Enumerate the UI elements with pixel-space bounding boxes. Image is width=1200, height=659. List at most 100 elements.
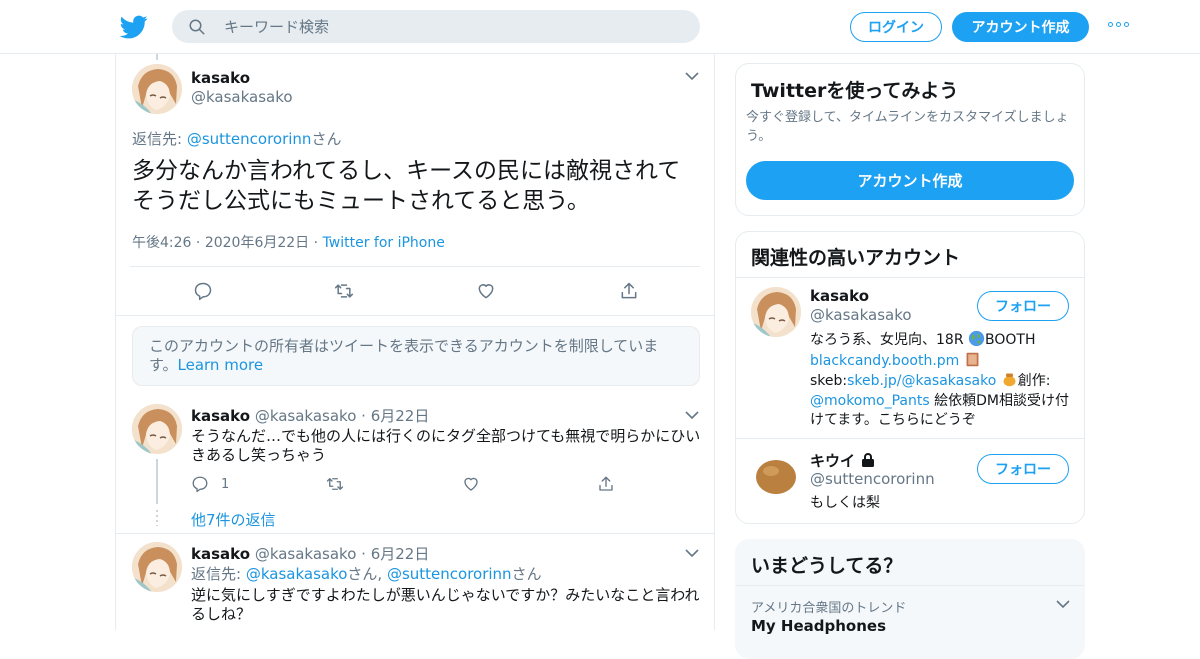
more-menu-icon[interactable] <box>1108 22 1129 27</box>
reply-context: 返信先: @kasakasakoさん, @suttencororinnさん <box>191 565 701 584</box>
avatar[interactable] <box>132 542 182 592</box>
thread-connector <box>156 459 158 504</box>
divider <box>116 315 714 316</box>
search-icon <box>189 19 205 34</box>
learn-more-link[interactable]: Learn more <box>178 356 264 374</box>
signup-card-desc: 今すぐ登録して、タイムラインをカスタマイズしましょう。 <box>746 110 1069 144</box>
chevron-down-icon[interactable] <box>685 549 699 558</box>
reply-date[interactable]: 6月22日 <box>371 407 430 425</box>
heart-icon <box>464 477 478 491</box>
divider <box>736 585 1084 586</box>
more-replies-link[interactable]: 他7件の返信 <box>191 509 276 530</box>
author-handle[interactable]: @kasakasako <box>191 88 293 106</box>
account-bio: なろう系、女児向、18R BOOTH blackcandy.booth.pm s… <box>810 330 1072 431</box>
avatar[interactable] <box>132 404 182 454</box>
follow-button[interactable]: フォロー <box>977 454 1069 484</box>
login-button[interactable]: ログイン <box>850 12 942 42</box>
trends-card: いまどうしてる？ アメリカ合衆国のトレンド My Headphones <box>735 539 1085 659</box>
globe-icon <box>968 330 985 347</box>
account-bio: もしくは梨 <box>810 495 880 511</box>
retweet-button[interactable] <box>334 281 354 301</box>
search-box[interactable] <box>172 10 700 43</box>
avatar[interactable] <box>132 64 182 114</box>
follow-button[interactable]: フォロー <box>977 291 1069 321</box>
share-button[interactable] <box>619 281 639 301</box>
reply-count: 1 <box>221 476 230 492</box>
thread-connector <box>156 54 158 60</box>
retweet-button[interactable] <box>326 475 344 493</box>
bio-text: BOOTH <box>985 332 1036 348</box>
avatar[interactable] <box>751 449 801 499</box>
divider <box>130 266 700 267</box>
top-bar: ログイン アカウント作成 <box>0 0 1200 54</box>
avatar-image <box>751 449 801 499</box>
chevron-down-icon[interactable] <box>685 72 699 81</box>
signup-card: Twitterを使ってみよう 今すぐ登録して、タイムラインをカスタマイズしましょ… <box>735 63 1085 216</box>
retweet-icon <box>334 284 354 298</box>
avatar-image <box>132 64 182 114</box>
reply-prefix: 返信先: <box>132 130 187 148</box>
author-handle[interactable]: @kasakasako <box>255 407 357 425</box>
like-button[interactable] <box>462 475 480 493</box>
tweet-source-link[interactable]: Twitter for iPhone <box>323 235 445 251</box>
reply-suffix: さん <box>511 565 542 583</box>
author-handle[interactable]: @kasakasako <box>255 545 357 563</box>
chevron-down-icon[interactable] <box>1056 600 1070 609</box>
trend-name[interactable]: My Headphones <box>751 617 886 635</box>
reply-mid: さん, <box>347 565 387 583</box>
bio-link[interactable]: skeb.jp/@kasakasako <box>847 373 996 389</box>
chevron-down-icon[interactable] <box>685 411 699 420</box>
avatar-image <box>751 287 801 337</box>
reply-icon <box>192 476 208 493</box>
lock-icon <box>862 453 875 467</box>
tweet-text: 多分なんか言われてるし、キースの民には敵視されて そうだし公式にもミュートされて… <box>132 156 712 216</box>
tweet-text-line: 多分なんか言われてるし、キースの民には敵視されて <box>132 158 681 184</box>
signup-card-button[interactable]: アカウント作成 <box>746 161 1074 200</box>
search-input[interactable] <box>224 17 664 36</box>
divider <box>116 533 714 534</box>
account-name-text: キウイ <box>810 452 856 470</box>
trend-context: アメリカ合衆国のトレンド <box>751 601 907 616</box>
account-handle[interactable]: @kasakasako <box>810 306 912 324</box>
tweet-text-line: そうだし公式にもミュートされてると思う。 <box>132 188 590 214</box>
reply-suffix: さん <box>311 130 342 148</box>
reply-to-link[interactable]: @kasakasako <box>246 565 348 583</box>
reply-text: 逆に気にしすぎですよわたしが悪いんじゃないですか？みたいなこと言われるしね？ <box>191 586 700 623</box>
author-name[interactable]: kasako <box>191 545 250 563</box>
bio-text: なろう系、女児向、18R <box>810 332 968 348</box>
share-icon <box>599 476 613 491</box>
protected-notice: このアカウントの所有者はツイートを表示できるアカウントを制限していま す。Lea… <box>132 326 700 386</box>
reply-date[interactable]: 6月22日 <box>371 545 430 563</box>
tweet-column: kasako @kasakasako 返信先: @suttencororinnさ… <box>115 54 715 630</box>
bio-link[interactable]: @mokomo_Pants <box>810 393 930 409</box>
tweet-date: 2020年6月22日 <box>204 235 310 251</box>
author-name[interactable]: kasako <box>191 69 250 87</box>
account-name[interactable]: kasako <box>810 287 869 305</box>
tweet-timestamp: 午後4:26 · 2020年6月22日 · Twitter for iPhone <box>132 235 445 251</box>
reply-header: kasako @kasakasako · 6月22日 <box>191 407 430 425</box>
avatar[interactable] <box>751 287 801 337</box>
reply-icon <box>194 282 212 301</box>
related-accounts-card: 関連性の高いアカウント kasako @kasakasako フォロー なろう系… <box>735 231 1085 524</box>
honey-pot-icon <box>1003 373 1016 387</box>
author-name[interactable]: kasako <box>191 407 250 425</box>
related-title: 関連性の高いアカウント <box>751 247 961 269</box>
bio-text: skeb: <box>810 373 848 389</box>
reply-to-link[interactable]: @suttencororinn <box>187 130 312 148</box>
twitter-bird-logo[interactable] <box>120 13 148 41</box>
like-button[interactable] <box>476 281 496 301</box>
signup-button[interactable]: アカウント作成 <box>952 12 1089 42</box>
reply-prefix: 返信先: <box>191 565 246 583</box>
retweet-icon <box>326 478 344 490</box>
bio-link[interactable]: blackcandy.booth.pm <box>810 353 959 369</box>
account-name[interactable]: キウイ <box>810 450 876 471</box>
heart-icon <box>478 284 494 299</box>
share-button[interactable] <box>597 475 615 493</box>
book-icon <box>966 352 979 366</box>
reply-button[interactable]: 1 <box>191 475 229 493</box>
account-handle[interactable]: @suttencororinn <box>810 470 935 488</box>
share-icon <box>621 282 637 299</box>
reply-button[interactable] <box>193 281 213 301</box>
reply-to-link[interactable]: @suttencororinn <box>387 565 512 583</box>
tweet-time: 午後4:26 <box>132 235 192 251</box>
